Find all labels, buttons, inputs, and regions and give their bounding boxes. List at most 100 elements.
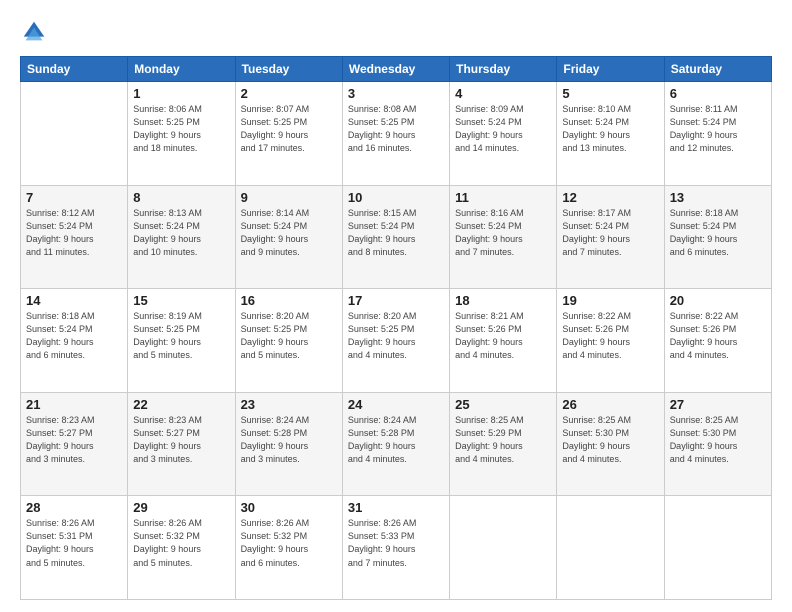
calendar-cell: 23 Sunrise: 8:24 AM Sunset: 5:28 PM Dayli… bbox=[235, 392, 342, 496]
day-info: Sunrise: 8:24 AM Sunset: 5:28 PM Dayligh… bbox=[241, 414, 337, 466]
weekday-tuesday: Tuesday bbox=[235, 57, 342, 82]
calendar-cell: 21Sunrise: 8:23 AM Sunset: 5:27 PM Dayli… bbox=[21, 392, 128, 496]
calendar: SundayMondayTuesdayWednesdayThursdayFrid… bbox=[20, 56, 772, 600]
calendar-cell: 11 Sunrise: 8:16 AM Sunset: 5:24 PM Dayli… bbox=[450, 185, 557, 289]
logo bbox=[20, 18, 52, 46]
day-number: 28 bbox=[26, 500, 122, 515]
header bbox=[20, 18, 772, 46]
day-info: Sunrise: 8:24 AM Sunset: 5:28 PM Dayligh… bbox=[348, 414, 444, 466]
calendar-cell: 10Sunrise: 8:15 AM Sunset: 5:24 PM Dayli… bbox=[342, 185, 449, 289]
day-number: 18 bbox=[455, 293, 551, 308]
day-info: Sunrise: 8:25 AM Sunset: 5:29 PM Dayligh… bbox=[455, 414, 551, 466]
weekday-friday: Friday bbox=[557, 57, 664, 82]
day-number: 12 bbox=[562, 190, 658, 205]
day-info: Sunrise: 8:20 AM Sunset: 5:25 PM Dayligh… bbox=[348, 310, 444, 362]
weekday-sunday: Sunday bbox=[21, 57, 128, 82]
day-info: Sunrise: 8:23 AM Sunset: 5:27 PM Dayligh… bbox=[26, 414, 122, 466]
day-number: 24 bbox=[348, 397, 444, 412]
day-number: 3 bbox=[348, 86, 444, 101]
day-number: 1 bbox=[133, 86, 229, 101]
day-info: Sunrise: 8:15 AM Sunset: 5:24 PM Dayligh… bbox=[348, 207, 444, 259]
day-number: 26 bbox=[562, 397, 658, 412]
day-info: Sunrise: 8:22 AM Sunset: 5:26 PM Dayligh… bbox=[562, 310, 658, 362]
day-number: 25 bbox=[455, 397, 551, 412]
day-number: 31 bbox=[348, 500, 444, 515]
day-info: Sunrise: 8:10 AM Sunset: 5:24 PM Dayligh… bbox=[562, 103, 658, 155]
day-info: Sunrise: 8:26 AM Sunset: 5:31 PM Dayligh… bbox=[26, 517, 122, 569]
day-number: 8 bbox=[133, 190, 229, 205]
day-info: Sunrise: 8:25 AM Sunset: 5:30 PM Dayligh… bbox=[562, 414, 658, 466]
day-info: Sunrise: 8:08 AM Sunset: 5:25 PM Dayligh… bbox=[348, 103, 444, 155]
calendar-cell: 1 Sunrise: 8:06 AM Sunset: 5:25 PM Daylig… bbox=[128, 82, 235, 186]
calendar-cell: 26 Sunrise: 8:25 AM Sunset: 5:30 PM Dayli… bbox=[557, 392, 664, 496]
day-number: 17 bbox=[348, 293, 444, 308]
calendar-cell: 28 Sunrise: 8:26 AM Sunset: 5:31 PM Dayli… bbox=[21, 496, 128, 600]
calendar-cell: 9 Sunrise: 8:14 AM Sunset: 5:24 PM Daylig… bbox=[235, 185, 342, 289]
calendar-cell: 19Sunrise: 8:22 AM Sunset: 5:26 PM Dayli… bbox=[557, 289, 664, 393]
day-info: Sunrise: 8:09 AM Sunset: 5:24 PM Dayligh… bbox=[455, 103, 551, 155]
day-number: 5 bbox=[562, 86, 658, 101]
day-number: 4 bbox=[455, 86, 551, 101]
week-row-3: 14 Sunrise: 8:18 AM Sunset: 5:24 PM Dayli… bbox=[21, 289, 772, 393]
calendar-cell bbox=[450, 496, 557, 600]
day-info: Sunrise: 8:14 AM Sunset: 5:24 PM Dayligh… bbox=[241, 207, 337, 259]
calendar-cell: 6 Sunrise: 8:11 AM Sunset: 5:24 PM Daylig… bbox=[664, 82, 771, 186]
calendar-cell bbox=[557, 496, 664, 600]
weekday-thursday: Thursday bbox=[450, 57, 557, 82]
calendar-cell: 12 Sunrise: 8:17 AM Sunset: 5:24 PM Dayli… bbox=[557, 185, 664, 289]
day-info: Sunrise: 8:17 AM Sunset: 5:24 PM Dayligh… bbox=[562, 207, 658, 259]
calendar-cell bbox=[21, 82, 128, 186]
page: SundayMondayTuesdayWednesdayThursdayFrid… bbox=[0, 0, 792, 612]
weekday-wednesday: Wednesday bbox=[342, 57, 449, 82]
day-number: 27 bbox=[670, 397, 766, 412]
day-info: Sunrise: 8:26 AM Sunset: 5:32 PM Dayligh… bbox=[241, 517, 337, 569]
day-number: 15 bbox=[133, 293, 229, 308]
day-info: Sunrise: 8:07 AM Sunset: 5:25 PM Dayligh… bbox=[241, 103, 337, 155]
calendar-cell: 22Sunrise: 8:23 AM Sunset: 5:27 PM Dayli… bbox=[128, 392, 235, 496]
logo-icon bbox=[20, 18, 48, 46]
day-info: Sunrise: 8:25 AM Sunset: 5:30 PM Dayligh… bbox=[670, 414, 766, 466]
day-number: 13 bbox=[670, 190, 766, 205]
day-number: 9 bbox=[241, 190, 337, 205]
day-info: Sunrise: 8:12 AM Sunset: 5:24 PM Dayligh… bbox=[26, 207, 122, 259]
day-info: Sunrise: 8:26 AM Sunset: 5:33 PM Dayligh… bbox=[348, 517, 444, 569]
day-info: Sunrise: 8:23 AM Sunset: 5:27 PM Dayligh… bbox=[133, 414, 229, 466]
week-row-2: 7 Sunrise: 8:12 AM Sunset: 5:24 PM Daylig… bbox=[21, 185, 772, 289]
calendar-cell: 16 Sunrise: 8:20 AM Sunset: 5:25 PM Dayli… bbox=[235, 289, 342, 393]
day-number: 11 bbox=[455, 190, 551, 205]
day-info: Sunrise: 8:18 AM Sunset: 5:24 PM Dayligh… bbox=[670, 207, 766, 259]
day-info: Sunrise: 8:19 AM Sunset: 5:25 PM Dayligh… bbox=[133, 310, 229, 362]
day-number: 23 bbox=[241, 397, 337, 412]
weekday-saturday: Saturday bbox=[664, 57, 771, 82]
calendar-cell: 18 Sunrise: 8:21 AM Sunset: 5:26 PM Dayli… bbox=[450, 289, 557, 393]
calendar-cell: 4 Sunrise: 8:09 AM Sunset: 5:24 PM Daylig… bbox=[450, 82, 557, 186]
calendar-cell: 7 Sunrise: 8:12 AM Sunset: 5:24 PM Daylig… bbox=[21, 185, 128, 289]
calendar-cell: 14 Sunrise: 8:18 AM Sunset: 5:24 PM Dayli… bbox=[21, 289, 128, 393]
day-info: Sunrise: 8:18 AM Sunset: 5:24 PM Dayligh… bbox=[26, 310, 122, 362]
day-info: Sunrise: 8:20 AM Sunset: 5:25 PM Dayligh… bbox=[241, 310, 337, 362]
day-number: 16 bbox=[241, 293, 337, 308]
day-info: Sunrise: 8:21 AM Sunset: 5:26 PM Dayligh… bbox=[455, 310, 551, 362]
day-number: 30 bbox=[241, 500, 337, 515]
calendar-cell: 27 Sunrise: 8:25 AM Sunset: 5:30 PM Dayli… bbox=[664, 392, 771, 496]
day-number: 7 bbox=[26, 190, 122, 205]
day-info: Sunrise: 8:16 AM Sunset: 5:24 PM Dayligh… bbox=[455, 207, 551, 259]
week-row-1: 1 Sunrise: 8:06 AM Sunset: 5:25 PM Daylig… bbox=[21, 82, 772, 186]
day-number: 6 bbox=[670, 86, 766, 101]
day-info: Sunrise: 8:06 AM Sunset: 5:25 PM Dayligh… bbox=[133, 103, 229, 155]
day-number: 14 bbox=[26, 293, 122, 308]
calendar-cell: 8Sunrise: 8:13 AM Sunset: 5:24 PM Daylig… bbox=[128, 185, 235, 289]
calendar-cell: 29Sunrise: 8:26 AM Sunset: 5:32 PM Dayli… bbox=[128, 496, 235, 600]
calendar-cell: 2Sunrise: 8:07 AM Sunset: 5:25 PM Daylig… bbox=[235, 82, 342, 186]
day-number: 20 bbox=[670, 293, 766, 308]
calendar-cell: 13 Sunrise: 8:18 AM Sunset: 5:24 PM Dayli… bbox=[664, 185, 771, 289]
calendar-cell: 5 Sunrise: 8:10 AM Sunset: 5:24 PM Daylig… bbox=[557, 82, 664, 186]
calendar-cell: 30 Sunrise: 8:26 AM Sunset: 5:32 PM Dayli… bbox=[235, 496, 342, 600]
calendar-cell: 20Sunrise: 8:22 AM Sunset: 5:26 PM Dayli… bbox=[664, 289, 771, 393]
calendar-cell: 3 Sunrise: 8:08 AM Sunset: 5:25 PM Daylig… bbox=[342, 82, 449, 186]
calendar-cell: 31 Sunrise: 8:26 AM Sunset: 5:33 PM Dayli… bbox=[342, 496, 449, 600]
day-info: Sunrise: 8:11 AM Sunset: 5:24 PM Dayligh… bbox=[670, 103, 766, 155]
week-row-5: 28 Sunrise: 8:26 AM Sunset: 5:31 PM Dayli… bbox=[21, 496, 772, 600]
calendar-cell: 24 Sunrise: 8:24 AM Sunset: 5:28 PM Dayli… bbox=[342, 392, 449, 496]
week-row-4: 21Sunrise: 8:23 AM Sunset: 5:27 PM Dayli… bbox=[21, 392, 772, 496]
